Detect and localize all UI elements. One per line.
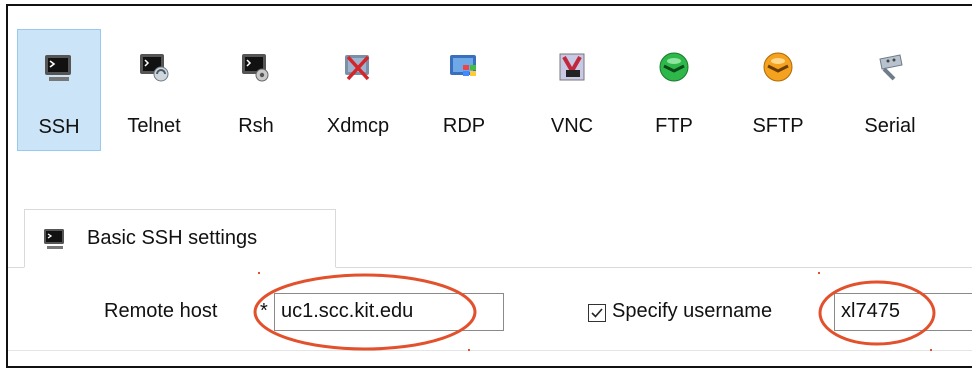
protocol-rdp-button[interactable]: RDP [422, 29, 506, 151]
specify-username-label: Specify username [612, 300, 773, 322]
protocol-label: VNC [550, 115, 594, 137]
ftp-icon [659, 52, 689, 82]
protocol-label: Telnet [127, 115, 181, 137]
telnet-icon [140, 54, 169, 82]
username-input[interactable]: xl7475 [834, 293, 972, 331]
protocol-label: SSH [38, 116, 80, 138]
specify-username-checkbox[interactable] [588, 304, 606, 322]
guide-dot [930, 349, 932, 351]
protocol-label: Rsh [238, 115, 274, 137]
required-marker: * [260, 300, 268, 322]
serial-icon [879, 54, 903, 81]
protocol-label: Xdmcp [326, 115, 390, 137]
protocol-telnet-button[interactable]: Telnet [112, 29, 196, 151]
protocol-label: RDP [442, 115, 486, 137]
sftp-icon [763, 52, 793, 82]
divider [8, 350, 972, 351]
tab-label: Basic SSH settings [87, 227, 258, 249]
tab-basic-ssh-settings[interactable]: Basic SSH settings [24, 209, 336, 268]
protocol-label: SFTP [752, 115, 804, 137]
ssh-terminal-icon [44, 229, 64, 249]
protocol-toolbar: SSH Telnet Rsh Xdmcp RDP VNC FTP SFTP Se… [8, 6, 972, 196]
protocol-serial-button[interactable]: Serial [848, 29, 932, 151]
protocol-ssh-button[interactable]: SSH [17, 29, 101, 151]
protocol-vnc-button[interactable]: VNC [530, 29, 614, 151]
protocol-sftp-button[interactable]: SFTP [736, 29, 820, 151]
rsh-icon [242, 54, 269, 82]
ssh-terminal-icon [45, 55, 71, 81]
rdp-icon [450, 55, 476, 76]
checkmark-icon [591, 308, 603, 318]
protocol-ftp-button[interactable]: FTP [632, 29, 716, 151]
guide-dot [818, 272, 820, 274]
protocol-xdmcp-button[interactable]: Xdmcp [316, 29, 400, 151]
vnc-icon [559, 53, 585, 81]
protocol-rsh-button[interactable]: Rsh [214, 29, 298, 151]
protocol-label: Serial [864, 115, 916, 137]
settings-tab-strip: Basic SSH settings [8, 209, 972, 268]
guide-dot [468, 349, 470, 351]
xdmcp-icon [345, 55, 370, 81]
protocol-label: FTP [655, 115, 693, 137]
remote-host-label: Remote host [104, 300, 218, 322]
session-settings-panel: SSH Telnet Rsh Xdmcp RDP VNC FTP SFTP Se… [6, 4, 972, 368]
guide-dot [258, 272, 260, 274]
remote-host-input[interactable]: uc1.scc.kit.edu [274, 293, 504, 331]
basic-settings-row: Remote host * uc1.scc.kit.edu Specify us… [8, 268, 972, 354]
